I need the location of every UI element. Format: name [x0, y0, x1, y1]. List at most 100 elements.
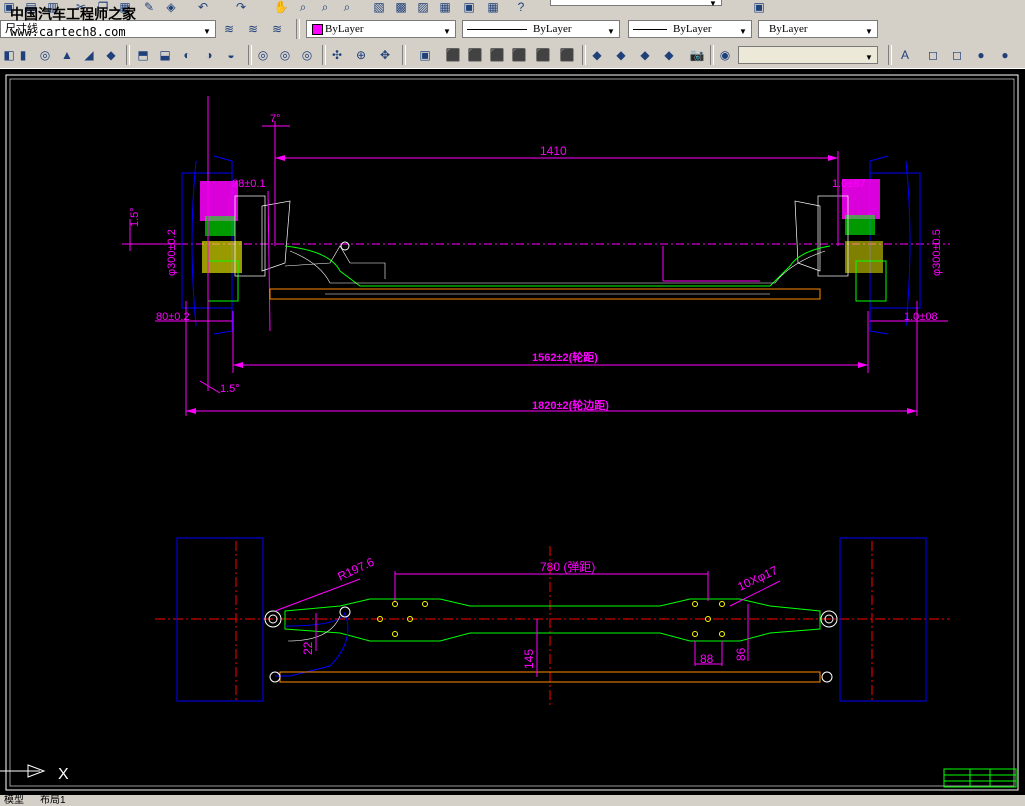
3d-align-icon[interactable]: ✥: [376, 46, 394, 64]
separator: [710, 45, 714, 65]
cone-icon[interactable]: ▲: [58, 46, 76, 64]
nw-isometric-icon[interactable]: ◆: [660, 46, 678, 64]
conceptual-icon[interactable]: ●: [996, 46, 1014, 64]
lineweight-combo[interactable]: ByLayer ▼: [628, 20, 752, 38]
dim-right-28: 1.0±87: [832, 178, 866, 190]
cylinder-icon[interactable]: ▮: [14, 46, 32, 64]
dim-holes: 10Xφ17: [735, 563, 780, 594]
undo-icon[interactable]: ↶: [194, 0, 212, 16]
drawing-canvas[interactable]: 1410 7° 1.5° 28±0.1 1.0±87 φ300±0.2 φ300…: [0, 68, 1025, 796]
design-center-icon[interactable]: ▩: [392, 0, 410, 16]
camera-icon[interactable]: 📷: [688, 46, 706, 64]
3d-move-icon[interactable]: ✣: [328, 46, 346, 64]
dim-right-80: 1.0±08: [904, 311, 938, 323]
chevron-down-icon: ▼: [203, 27, 211, 36]
sweep-icon[interactable]: ◐: [178, 46, 196, 64]
redo-icon[interactable]: ↷: [232, 0, 250, 16]
top-view: 1410 7° 1.5° 28±0.1 1.0±87 φ300±0.2 φ300…: [122, 96, 950, 416]
tab-layout1[interactable]: 布局1: [40, 791, 66, 806]
sheet-set-icon[interactable]: ▦: [436, 0, 454, 16]
dim-1410: 1410: [540, 144, 567, 158]
dim-88: 88: [700, 652, 714, 666]
layer-states-icon[interactable]: ≋: [268, 20, 286, 38]
dim-left-28: 28±0.1: [232, 178, 266, 190]
block-icon[interactable]: ◈: [162, 0, 180, 16]
dim-angle-7: 7°: [270, 113, 281, 125]
layout-tab-bar: 模型 布局1: [0, 795, 1025, 806]
cad-drawing: 1410 7° 1.5° 28±0.1 1.0±87 φ300±0.2 φ300…: [0, 74, 1019, 791]
help-icon[interactable]: ?: [512, 0, 530, 16]
slice-icon[interactable]: ▣: [416, 46, 434, 64]
pan-icon[interactable]: ✋: [272, 0, 290, 16]
dim-left-diameter: φ300±0.2: [166, 229, 178, 276]
ucs-icon: X: [0, 764, 69, 783]
color-combo[interactable]: ByLayer ▼: [306, 20, 456, 38]
bottom-view: 780 (弹距) R197.6 10Xφ17 22 145 88 86: [155, 537, 950, 706]
loft-icon[interactable]: ◒: [222, 46, 240, 64]
dim-22: 22: [301, 641, 315, 655]
layer-make-current-icon[interactable]: ≋: [220, 20, 238, 38]
linetype-preview: [467, 29, 527, 30]
linetype-combo[interactable]: ByLayer ▼: [462, 20, 620, 38]
tool-palettes-icon[interactable]: ▨: [414, 0, 432, 16]
view-back-icon[interactable]: ⬛: [558, 46, 576, 64]
wedge-icon[interactable]: ◢: [80, 46, 98, 64]
presspull-icon[interactable]: ⬓: [156, 46, 174, 64]
planar-surface-icon[interactable]: ◆: [102, 46, 120, 64]
plotstyle-combo[interactable]: ByLayer ▼: [758, 20, 878, 38]
3d-rotate-icon[interactable]: ⊕: [352, 46, 370, 64]
torus-icon[interactable]: ◎: [36, 46, 54, 64]
3dhidden-icon[interactable]: ◻: [948, 46, 966, 64]
title-block: [943, 768, 1017, 788]
dim-angle-1-5-bottom: 1.5°: [220, 383, 240, 395]
layer-previous-icon[interactable]: ≋: [244, 20, 262, 38]
view-front-icon[interactable]: ⬛: [534, 46, 552, 64]
separator: [888, 45, 892, 65]
sw-isometric-icon[interactable]: ◆: [588, 46, 606, 64]
color-swatch: [312, 24, 323, 35]
plotstyle-combo-value: ByLayer: [769, 23, 808, 35]
zoom-realtime-icon[interactable]: ⌕: [294, 0, 312, 16]
dim-spring-780: 780 (弹距): [540, 560, 595, 574]
separator: [248, 45, 252, 65]
dim-left-80: 80±0.2: [156, 311, 190, 323]
watermark-url: www.cartech8.com: [10, 25, 126, 39]
ucs-x-label: X: [58, 766, 69, 783]
watermark-site-name: 中国汽车工程师之家: [10, 7, 136, 23]
workspace-settings-icon[interactable]: ▣: [750, 0, 768, 16]
view-top-icon[interactable]: ⬛: [444, 46, 462, 64]
subtract-icon[interactable]: ◎: [276, 46, 294, 64]
se-isometric-icon[interactable]: ◆: [612, 46, 630, 64]
chevron-down-icon: ▼: [739, 27, 747, 36]
dim-145: 145: [522, 649, 536, 669]
markup-icon[interactable]: ▣: [460, 0, 478, 16]
match-properties-icon[interactable]: ✎: [140, 0, 158, 16]
workspace-combo[interactable]: ▼: [550, 0, 722, 8]
intersect-icon[interactable]: ◎: [298, 46, 316, 64]
chevron-down-icon: ▼: [607, 27, 615, 36]
separator: [582, 45, 586, 65]
layers-properties-toolbar: 尺寸线 ▼ ≋ ≋ ≋ ByLayer ▼ ByLayer ▼ ByLayer …: [0, 16, 1025, 43]
named-views-combo[interactable]: ▼: [738, 46, 878, 64]
tab-model[interactable]: 模型: [4, 791, 24, 806]
zoom-previous-icon[interactable]: ⌕: [338, 0, 356, 16]
back-view-icon[interactable]: ◉: [716, 46, 734, 64]
view-bottom-icon[interactable]: ⬛: [466, 46, 484, 64]
properties-icon[interactable]: ▧: [370, 0, 388, 16]
3dwireframe-icon[interactable]: ◻: [924, 46, 942, 64]
revolve-icon[interactable]: ◑: [200, 46, 218, 64]
extrude-icon[interactable]: ⬒: [134, 46, 152, 64]
calculator-icon[interactable]: ▦: [484, 0, 502, 16]
ne-isometric-icon[interactable]: ◆: [636, 46, 654, 64]
chevron-down-icon: ▼: [865, 53, 873, 62]
dim-86: 86: [734, 647, 748, 661]
zoom-window-icon[interactable]: ⌕: [316, 0, 334, 16]
dim-angle-1-5-left: 1.5°: [129, 207, 141, 227]
view-right-icon[interactable]: ⬛: [510, 46, 528, 64]
chevron-down-icon: ▼: [865, 27, 873, 36]
text-style-icon[interactable]: A: [896, 46, 914, 64]
union-icon[interactable]: ◎: [254, 46, 272, 64]
standard-toolbar: ▣ ▤ ▥ ✂ ❐ ▦ ✎ ◈ ↶ ↷ ✋ ⌕ ⌕ ⌕ ▧ ▩ ▨ ▦ ▣ ▦ …: [0, 0, 1025, 17]
realistic-icon[interactable]: ●: [972, 46, 990, 64]
view-left-icon[interactable]: ⬛: [488, 46, 506, 64]
